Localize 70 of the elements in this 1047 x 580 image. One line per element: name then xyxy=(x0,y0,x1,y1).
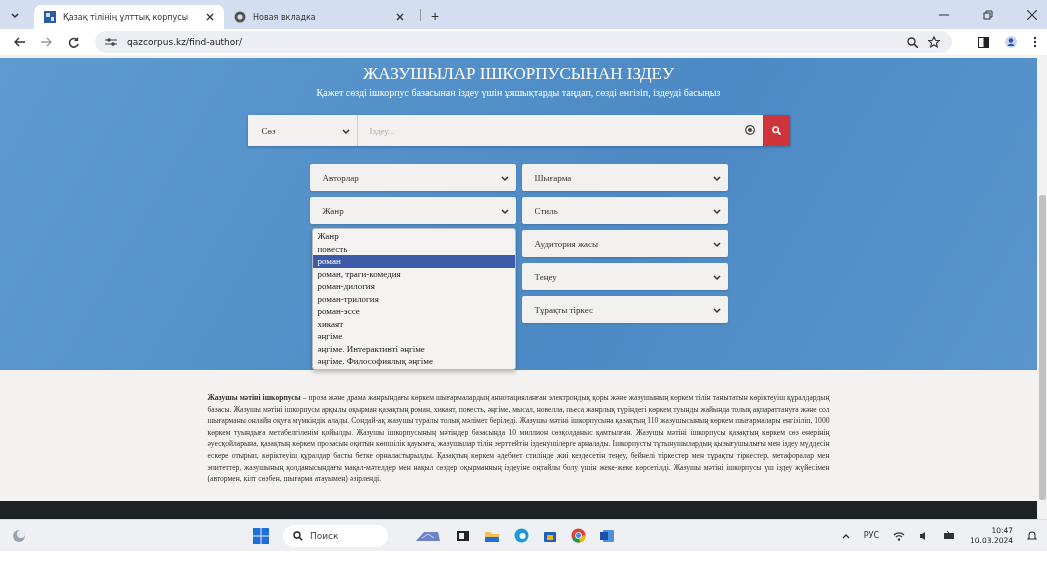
side-panel-icon[interactable] xyxy=(978,36,989,48)
filter-select[interactable]: Аудитория жасы xyxy=(521,230,728,257)
chevron-down-icon xyxy=(499,173,510,182)
scrollbar-thumb[interactable] xyxy=(1039,195,1046,500)
zoom-icon[interactable] xyxy=(907,36,918,48)
task-view-icon[interactable] xyxy=(455,528,470,543)
search-button[interactable] xyxy=(762,115,790,146)
browser-tab[interactable]: Қазақ тілінің ұлттық корпусы xyxy=(34,5,224,29)
word-icon[interactable] xyxy=(599,528,615,543)
search-mode-select[interactable]: Сөз xyxy=(247,115,358,146)
wifi-icon[interactable] xyxy=(893,530,906,541)
tab-title: Қазақ тілінің ұлттық корпусы xyxy=(63,12,189,22)
address-bar[interactable]: qazcorpus.kz/find-author/ xyxy=(95,31,952,53)
dropdown-option[interactable]: роман, траги-комедия xyxy=(312,267,515,280)
scrollbar[interactable] xyxy=(1037,55,1047,519)
tab-list-icon[interactable] xyxy=(10,10,20,19)
dropdown-option[interactable]: повесть xyxy=(312,242,515,255)
chevron-down-icon xyxy=(340,126,351,135)
profile-icon[interactable] xyxy=(1005,36,1017,48)
dropdown-option[interactable]: әңгіме. Интерактивті әңгіме xyxy=(312,342,515,355)
new-tab-button[interactable]: + xyxy=(427,8,444,24)
close-icon[interactable] xyxy=(396,13,404,21)
search-icon xyxy=(292,530,303,541)
chevron-down-icon xyxy=(711,272,722,281)
restore-icon[interactable] xyxy=(983,9,993,20)
start-icon[interactable] xyxy=(252,527,269,544)
dropdown-option[interactable]: әңгіме. Философиялық әңгіме xyxy=(312,355,515,368)
chevron-down-icon xyxy=(711,173,722,182)
forward-arrow-icon xyxy=(41,37,52,47)
dropdown-option[interactable]: роман-дилогия xyxy=(312,280,515,293)
chevron-down-icon xyxy=(711,206,722,215)
url-text: qazcorpus.kz/find-author/ xyxy=(127,37,243,47)
filter-select[interactable]: Теңеу xyxy=(521,263,728,290)
site-icon xyxy=(44,11,56,23)
edge-icon[interactable] xyxy=(513,528,529,543)
filter-select[interactable]: Жанр xyxy=(309,197,516,224)
filter-select[interactable]: Авторлар xyxy=(309,164,516,191)
dropdown-list[interactable]: Жанр повесть роман роман, траги-комедия роман-дилогия роман-трилогия роман-эссе хикаят әңгіме әңгіме. Интерактивті әңгіме әңгіме. Философиялық әңгіме xyxy=(311,228,516,370)
taskbar-search[interactable]: Поиск xyxy=(282,524,388,547)
close-icon[interactable] xyxy=(206,13,214,21)
site-settings-icon[interactable] xyxy=(105,37,117,47)
close-icon[interactable] xyxy=(1027,9,1037,20)
globe-icon xyxy=(234,11,246,23)
more-menu-icon[interactable] xyxy=(1033,36,1037,48)
chevron-down-icon xyxy=(711,305,722,314)
dropdown-option[interactable]: хикаят xyxy=(312,317,515,330)
chevron-down-icon xyxy=(499,206,510,215)
filter-select[interactable]: Стиль xyxy=(521,197,728,224)
chevron-up-icon[interactable] xyxy=(841,532,850,539)
page-heading: ЖАЗУШЫЛАР ІШКОРПУСЫНАН ІЗДЕУ xyxy=(363,64,674,84)
search-icon xyxy=(771,126,781,135)
dropdown-option[interactable]: роман-эссе xyxy=(312,305,515,318)
notification-bell-icon[interactable] xyxy=(1027,530,1037,541)
chevron-down-icon xyxy=(711,239,722,248)
browser-tab[interactable]: Новая вкладка xyxy=(224,5,414,29)
tab-title: Новая вкладка xyxy=(253,12,317,22)
filter-select[interactable]: Шығарма xyxy=(521,164,728,191)
dropdown-option[interactable]: әңгіме xyxy=(312,330,515,343)
dropdown-option[interactable]: Жанр xyxy=(312,230,515,243)
keyboard-language[interactable]: РУС xyxy=(863,531,880,540)
search-field[interactable]: Іздеу... xyxy=(357,115,763,146)
filter-select[interactable]: Тұрақты тіркес xyxy=(521,296,728,323)
page-subheading: Қажет сөзді ішкорпус базасынан іздеу үшін ұяшықтарды таңдап, сөзді енгізіп, іздеуді басыңыз xyxy=(316,87,721,98)
back-arrow-icon[interactable] xyxy=(14,37,25,47)
reload-icon[interactable] xyxy=(68,36,79,48)
chrome-icon[interactable] xyxy=(570,528,586,543)
star-icon[interactable] xyxy=(928,36,940,48)
clear-icon[interactable] xyxy=(744,125,755,135)
dropdown-option[interactable]: роман-трилогия xyxy=(312,292,515,305)
dropdown-option[interactable]: роман xyxy=(312,255,515,268)
